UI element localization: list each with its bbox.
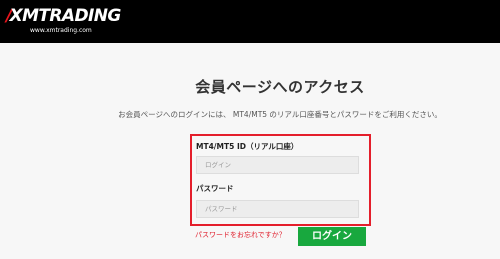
password-input[interactable] [196, 200, 359, 218]
login-id-input[interactable] [196, 156, 359, 174]
login-form-box: MT4/MT5 ID（リアル口座） パスワード [190, 134, 371, 226]
forgot-password-link[interactable]: パスワードをお忘れですか？ [195, 230, 286, 240]
xmtrading-logo[interactable]: /XMTRADING [6, 7, 121, 25]
login-button[interactable]: ログイン [298, 227, 366, 246]
page-title: 会員ページへのアクセス [195, 78, 365, 96]
mt-id-label: MT4/MT5 ID（リアル口座） [196, 142, 299, 151]
top-header-bar: /XMTRADING www.xmtrading.com [0, 0, 500, 43]
intro-text: お会員ページへのログインには、 MT4/MT5 のリアル口座番号とパスワードをご… [118, 110, 442, 119]
password-label: パスワード [196, 184, 234, 193]
logo-url-text: www.xmtrading.com [30, 27, 92, 34]
logo-wordmark: XMTRADING [9, 6, 122, 26]
